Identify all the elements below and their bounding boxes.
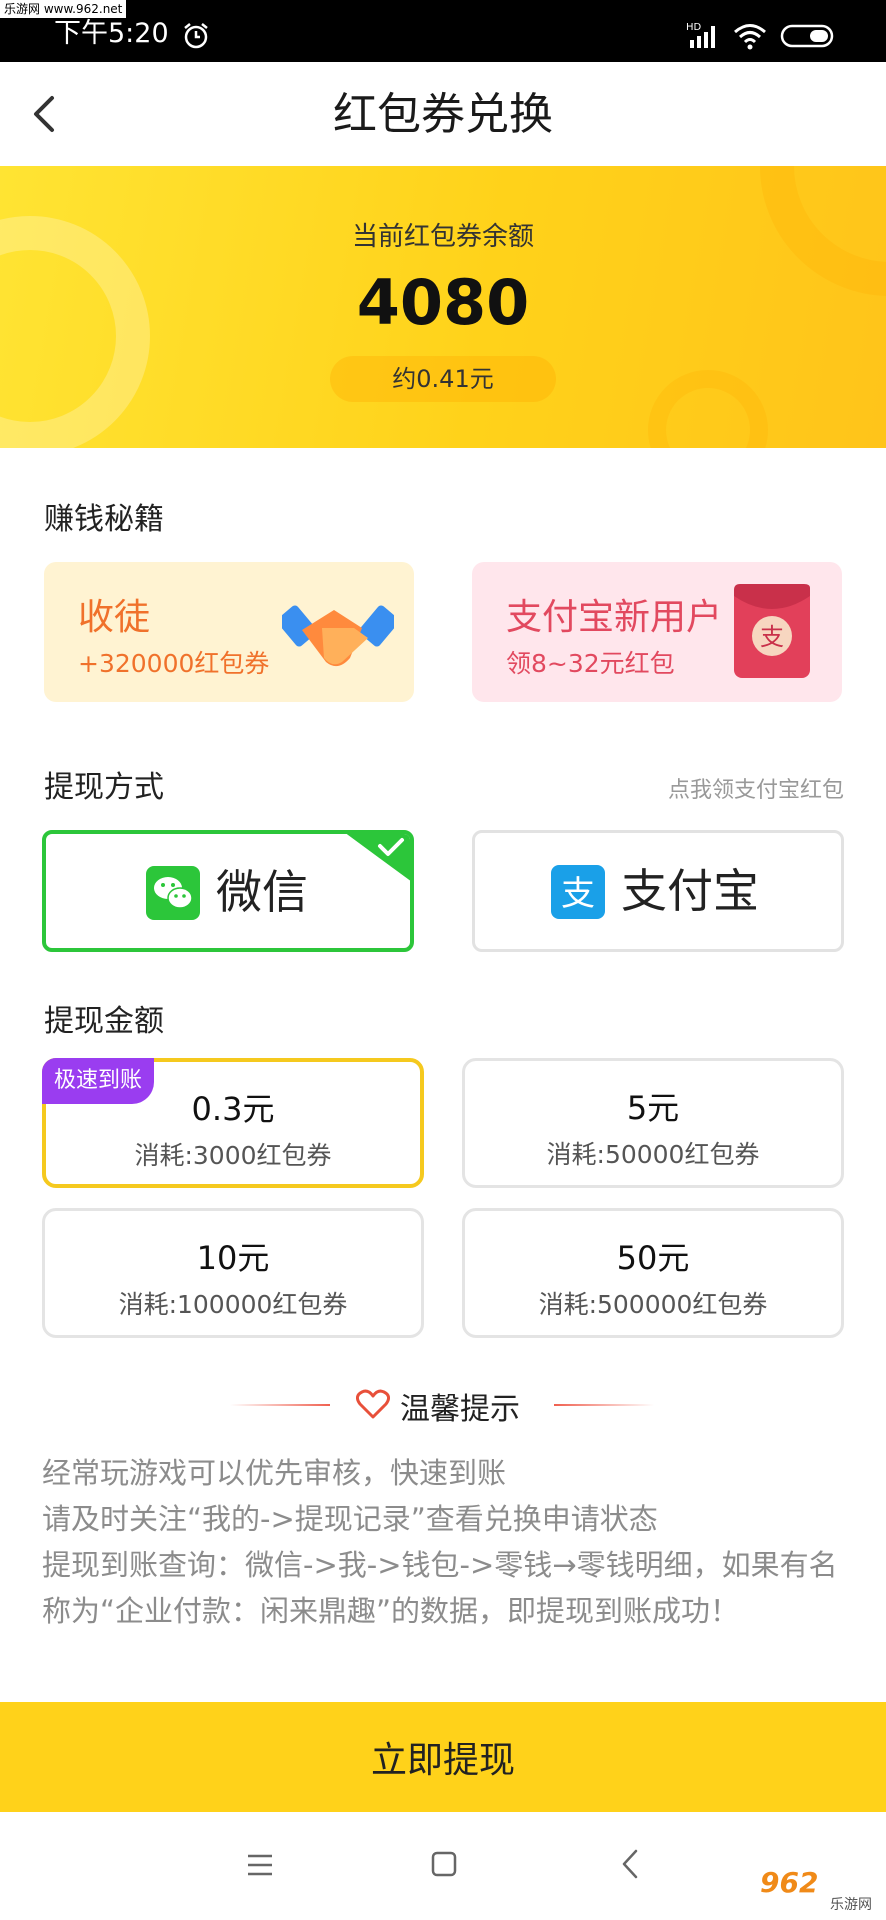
amount-value: 50元 [616,1239,690,1277]
alipay-icon: 支 [551,865,605,919]
amount-value: 10元 [196,1239,270,1277]
signal-icon: HD [686,22,715,48]
amount-cost: 消耗:100000红包券 [118,1290,348,1319]
amount-option-5[interactable]: 5元 消耗:50000红包券 [462,1058,844,1188]
nav-header: 红包券兑换 [0,62,886,166]
earn-card-subtitle: 领8~32元红包 [506,649,675,678]
svg-text:支: 支 [561,874,595,914]
page-title: 红包券兑换 [333,89,553,140]
amount-cost: 消耗:50000红包券 [546,1140,760,1169]
alarm-icon [184,23,208,49]
balance-banner: 当前红包券余额 4080 约0.41元 [0,166,886,448]
amount-value: 5元 [626,1089,680,1127]
svg-text:支: 支 [760,623,784,651]
system-nav-bar: 962 乐游网 [0,1812,886,1920]
status-time: 下午5:20 [54,18,169,49]
earn-card-title: 收徒 [78,597,151,638]
decor-ring [648,370,768,448]
method-section-title: 提现方式 [44,770,164,805]
battery-icon [780,24,834,48]
alipay-redpacket-link[interactable]: 点我领支付宝红包 [668,772,844,804]
earn-section-title: 赚钱秘籍 [44,502,164,537]
site-watermark: 乐游网 www.962.net [0,0,127,18]
method-alipay[interactable]: 支 支付宝 [472,830,844,952]
handshake-icon [282,605,394,667]
site-logo-watermark: 962 乐游网 [752,1864,880,1916]
tips-divider [554,1404,654,1406]
red-packet-icon: 支 [734,584,810,678]
method-label: 支付宝 [621,864,759,918]
menu-icon[interactable] [246,1852,274,1878]
balance-label: 当前红包券余额 [351,222,534,252]
tips-body: 经常玩游戏可以优先审核，快速到账 请及时关注“我的->提现记录”查看兑换申请状态… [42,1450,842,1634]
status-bar: 乐游网 www.962.net 下午5:20 HD [0,0,886,62]
tips-line: 经常玩游戏可以优先审核，快速到账 [42,1456,507,1490]
amount-option-10[interactable]: 10元 消耗:100000红包券 [42,1208,424,1338]
amount-section-title: 提现金额 [44,1004,164,1039]
checkmark-icon [346,834,410,881]
earn-card-title: 支付宝新用户 [506,597,723,638]
withdraw-button[interactable]: 立即提现 [0,1702,886,1812]
balance-approx: 约0.41元 [330,356,556,402]
balance-value: 4080 [356,266,530,339]
network-label: HD [686,22,702,33]
wifi-icon [734,24,766,50]
amount-cost: 消耗:500000红包券 [538,1290,768,1319]
home-icon[interactable] [430,1850,458,1878]
amount-option-50[interactable]: 50元 消耗:500000红包券 [462,1208,844,1338]
method-wechat[interactable]: 微信 [42,830,414,952]
heart-icon [356,1389,390,1419]
earn-card-alipay-new-user[interactable]: 支付宝新用户 领8~32元红包 支 [472,562,842,702]
amount-cost: 消耗:3000红包券 [134,1141,332,1170]
watermark-site-name: 乐游网 [830,1897,872,1913]
nav-back-icon[interactable] [620,1848,640,1880]
tips-divider [230,1404,330,1406]
earn-card-recruit[interactable]: 收徒 +320000红包券 [44,562,414,702]
wechat-icon [146,866,200,920]
earn-card-subtitle: +320000红包券 [78,649,270,678]
tips-title: 温馨提示 [400,1392,520,1427]
tips-line: 请及时关注“我的->提现记录”查看兑换申请状态 [42,1502,658,1536]
tips-line: 提现到账查询：微信->我->钱包->零钱→零钱明细，如果有名称为“企业付款：闲来… [42,1548,838,1628]
amount-value: 0.3元 [191,1090,275,1128]
method-label: 微信 [216,865,308,919]
amount-option-0.3[interactable]: 极速到账 0.3元 消耗:3000红包券 [42,1058,424,1188]
watermark-logo-text: 962 [760,1866,819,1899]
